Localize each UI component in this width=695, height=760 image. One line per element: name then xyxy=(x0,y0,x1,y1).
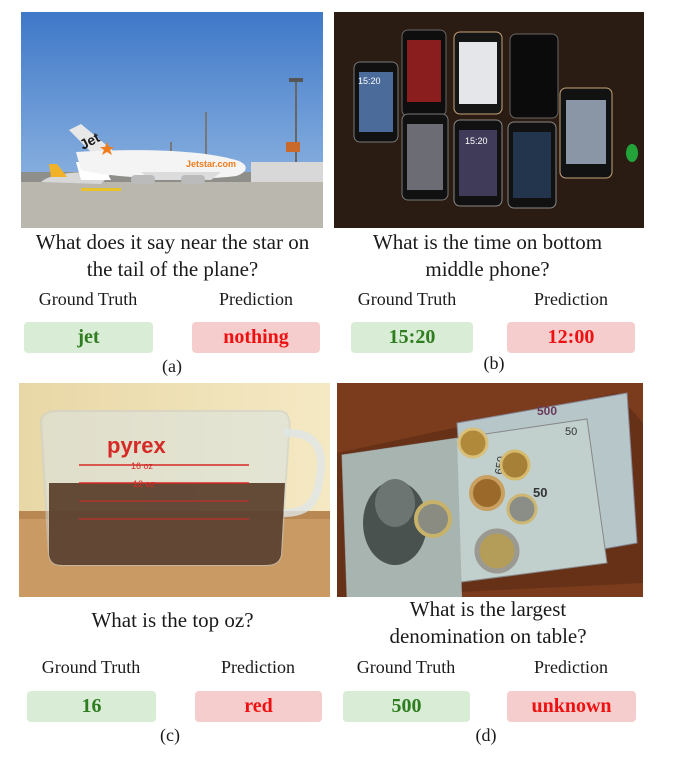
svg-text:50: 50 xyxy=(565,426,577,438)
svg-text:50: 50 xyxy=(533,485,547,500)
svg-text:15:20: 15:20 xyxy=(358,76,381,86)
prediction-answer-d: unknown xyxy=(507,691,636,722)
question-b: What is the time on bottom middle phone? xyxy=(372,230,603,281)
prediction-answer-a: nothing xyxy=(192,322,320,353)
svg-text:12 oz: 12 oz xyxy=(133,479,156,489)
prediction-label-a: Prediction xyxy=(219,289,293,309)
ground-truth-answer-b: 15:20 xyxy=(351,322,473,353)
svg-text:500: 500 xyxy=(537,404,557,418)
question-a: What does it say near the star on the ta… xyxy=(35,230,310,281)
currency-photo: 500 50 650 50 xyxy=(337,383,643,597)
prediction-answer-b: 12:00 xyxy=(507,322,635,353)
prediction-label-b: Prediction xyxy=(534,289,608,309)
subfigure-label-d: (d) xyxy=(475,725,497,745)
svg-text:15:20: 15:20 xyxy=(465,136,488,146)
prediction-label-d: Prediction xyxy=(534,657,608,677)
ground-truth-label-c: Ground Truth xyxy=(41,657,141,677)
ground-truth-answer-d: 500 xyxy=(343,691,470,722)
prediction-answer-c: red xyxy=(195,691,322,722)
phones-photo: 15:20 15:20 xyxy=(334,12,644,228)
measuring-cup-photo: pyrex 16 oz 12 oz xyxy=(19,383,330,597)
ground-truth-answer-c: 16 xyxy=(27,691,156,722)
prediction-label-c: Prediction xyxy=(221,657,295,677)
subfigure-label-c: (c) xyxy=(160,725,180,745)
subfigure-label-a: (a) xyxy=(162,356,182,376)
ground-truth-label-a: Ground Truth xyxy=(38,289,138,309)
svg-text:pyrex: pyrex xyxy=(107,433,166,458)
question-c: What is the top oz? xyxy=(91,608,254,632)
question-d: What is the largest denomination on tabl… xyxy=(389,597,587,648)
subfigure-label-b: (b) xyxy=(483,353,505,373)
svg-text:Jetstar.com: Jetstar.com xyxy=(186,159,236,169)
airplane-photo: Jet Jetstar.com xyxy=(21,12,323,228)
ground-truth-label-d: Ground Truth xyxy=(356,657,456,677)
ground-truth-label-b: Ground Truth xyxy=(357,289,457,309)
svg-text:16 oz: 16 oz xyxy=(131,461,154,471)
ground-truth-answer-a: jet xyxy=(24,322,153,353)
